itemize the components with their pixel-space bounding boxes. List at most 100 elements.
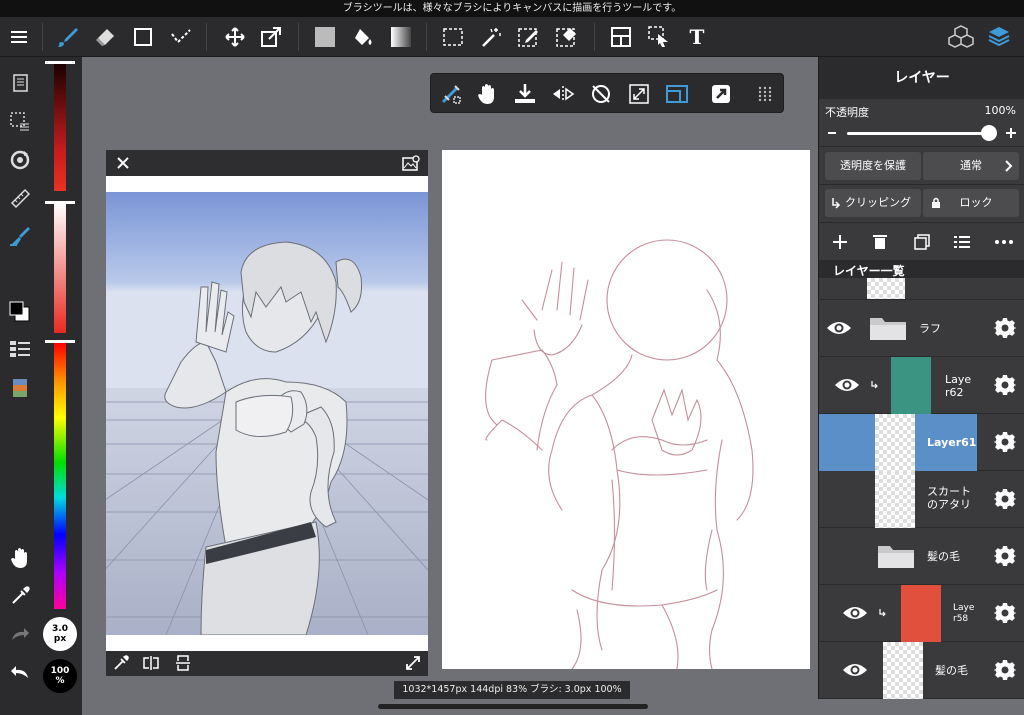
gear-icon[interactable] <box>993 316 1017 340</box>
eye-icon[interactable] <box>825 317 853 339</box>
palette-icon[interactable] <box>0 373 40 407</box>
grid-icon[interactable] <box>747 74 783 114</box>
opacity-slider[interactable] <box>847 132 991 135</box>
layer-item-layer62[interactable]: Laye r62 <box>819 357 1024 414</box>
layer-thumbnail <box>875 471 915 528</box>
gear-icon[interactable] <box>993 601 1017 625</box>
lock-icon <box>929 195 943 211</box>
color-swatch-icon[interactable] <box>0 295 40 329</box>
canvas-toolbar <box>430 73 784 113</box>
flip-vertical-icon[interactable] <box>172 652 194 674</box>
layout-icon[interactable] <box>604 17 638 57</box>
shade-slider[interactable] <box>54 63 66 191</box>
resize-icon[interactable] <box>402 652 424 674</box>
drawing-canvas[interactable] <box>442 150 810 669</box>
more-icon[interactable] <box>991 229 1017 255</box>
dot-icon[interactable] <box>164 17 198 57</box>
gear-icon[interactable] <box>993 373 1017 397</box>
eraser-icon[interactable] <box>88 17 122 57</box>
brush-icon[interactable] <box>50 17 84 57</box>
hand-icon[interactable] <box>0 541 40 575</box>
snap-icon[interactable] <box>433 74 469 114</box>
gear-icon[interactable] <box>993 487 1017 511</box>
layer-item-layer58[interactable]: Laye r58 <box>819 585 1024 642</box>
operate-icon[interactable] <box>642 17 676 57</box>
brush-settings-icon[interactable] <box>0 219 40 253</box>
layer-item-rough-folder[interactable]: ラフ <box>819 300 1024 357</box>
select-rect-icon[interactable] <box>436 17 470 57</box>
rotate-reset-icon[interactable] <box>583 74 619 114</box>
import-icon[interactable] <box>507 74 543 114</box>
fit-icon[interactable] <box>621 74 657 114</box>
select-list-icon[interactable] <box>0 105 40 139</box>
redo-icon[interactable] <box>0 617 40 651</box>
flip-icon[interactable] <box>545 74 581 114</box>
rotate-icon[interactable] <box>0 143 40 177</box>
color-list-icon[interactable] <box>0 333 40 367</box>
gradient-icon[interactable] <box>384 17 418 57</box>
layer-item-hair[interactable]: 髪の毛 <box>819 642 1024 699</box>
opacity-decrease-button[interactable] <box>825 125 839 141</box>
3d-icon[interactable] <box>944 17 978 57</box>
brush-size-value: 3.0 <box>52 624 68 634</box>
layer-name: Layer61 <box>927 436 977 449</box>
clipping-indicator-icon <box>869 379 881 391</box>
layer-list-icon[interactable] <box>949 229 975 255</box>
reference-image[interactable] <box>106 192 428 635</box>
hue-slider[interactable] <box>54 343 66 609</box>
eyedropper-icon[interactable] <box>0 579 40 613</box>
menu-icon[interactable] <box>2 17 36 57</box>
layer-thumbnail <box>891 357 931 414</box>
clipping-icon <box>829 195 843 211</box>
layer-item-layer61[interactable]: Layer61 <box>819 414 1024 471</box>
layer-thumbnail <box>875 414 915 471</box>
text-icon[interactable]: T <box>680 17 714 57</box>
main-toolbar: T <box>0 17 1024 57</box>
opacity-slider-handle[interactable] <box>981 125 997 141</box>
pages-icon[interactable] <box>0 67 40 101</box>
layer-panel-title: レイヤー <box>819 57 1024 99</box>
gear-icon[interactable] <box>993 430 1017 454</box>
hand-icon[interactable] <box>469 74 505 114</box>
saturation-slider-handle[interactable] <box>45 201 75 204</box>
bucket-icon[interactable] <box>346 17 380 57</box>
gear-icon[interactable] <box>993 544 1017 568</box>
quick-icon[interactable] <box>703 74 739 114</box>
ruler-icon[interactable] <box>0 181 40 215</box>
layer-thumbnail <box>901 585 941 642</box>
reference-image-icon[interactable] <box>400 152 422 174</box>
screen-mode-icon[interactable] <box>659 74 695 114</box>
status-bar: 1032*1457px 144dpi 83% ブラシ: 3.0px 100% <box>394 681 630 699</box>
shade-slider-handle[interactable] <box>45 61 75 64</box>
magic-wand-icon[interactable] <box>474 17 508 57</box>
blend-mode-label: 通常 <box>960 159 982 172</box>
opacity-increase-button[interactable] <box>1003 125 1019 141</box>
eyedropper-icon[interactable] <box>110 652 132 674</box>
eye-icon[interactable] <box>833 374 861 396</box>
layer-name: Laye r62 <box>945 373 972 399</box>
hue-slider-handle[interactable] <box>45 340 75 343</box>
eye-icon[interactable] <box>841 659 869 681</box>
eye-icon[interactable] <box>841 602 869 624</box>
duplicate-layer-icon[interactable] <box>909 229 935 255</box>
protect-alpha-button[interactable]: 透明度を保護 <box>825 152 921 180</box>
flip-horizontal-icon[interactable] <box>140 652 162 674</box>
opacity-value: 100% <box>984 104 1016 117</box>
select-eraser-icon[interactable] <box>550 17 584 57</box>
gear-icon[interactable] <box>993 658 1017 682</box>
layers-icon[interactable] <box>982 17 1016 57</box>
transform-icon[interactable] <box>254 17 288 57</box>
select-pen-icon[interactable] <box>512 17 546 57</box>
layer-item-hair-folder[interactable]: 髪の毛 <box>819 528 1024 585</box>
add-layer-icon[interactable] <box>827 229 853 255</box>
rectangle-icon[interactable] <box>126 17 160 57</box>
undo-icon[interactable] <box>0 655 40 689</box>
layer-item-skirt-guide[interactable]: スカート のアタリ <box>819 471 1024 528</box>
opacity-indicator[interactable]: 100 % <box>43 659 77 693</box>
brush-size-indicator[interactable]: 3.0 px <box>43 617 77 651</box>
saturation-slider[interactable] <box>54 203 66 333</box>
move-icon[interactable] <box>218 17 252 57</box>
close-icon[interactable] <box>112 152 134 174</box>
fill-color-icon[interactable] <box>308 17 342 57</box>
delete-layer-icon[interactable] <box>867 229 893 255</box>
